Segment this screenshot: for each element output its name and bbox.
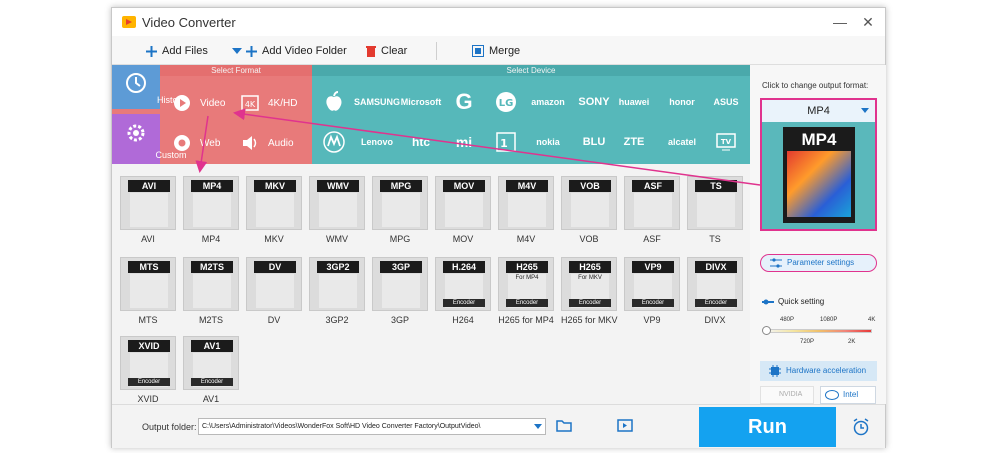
annotation-overlay [195,108,761,186]
annotation-arrow [233,108,761,186]
annotation-arrow [195,115,209,173]
